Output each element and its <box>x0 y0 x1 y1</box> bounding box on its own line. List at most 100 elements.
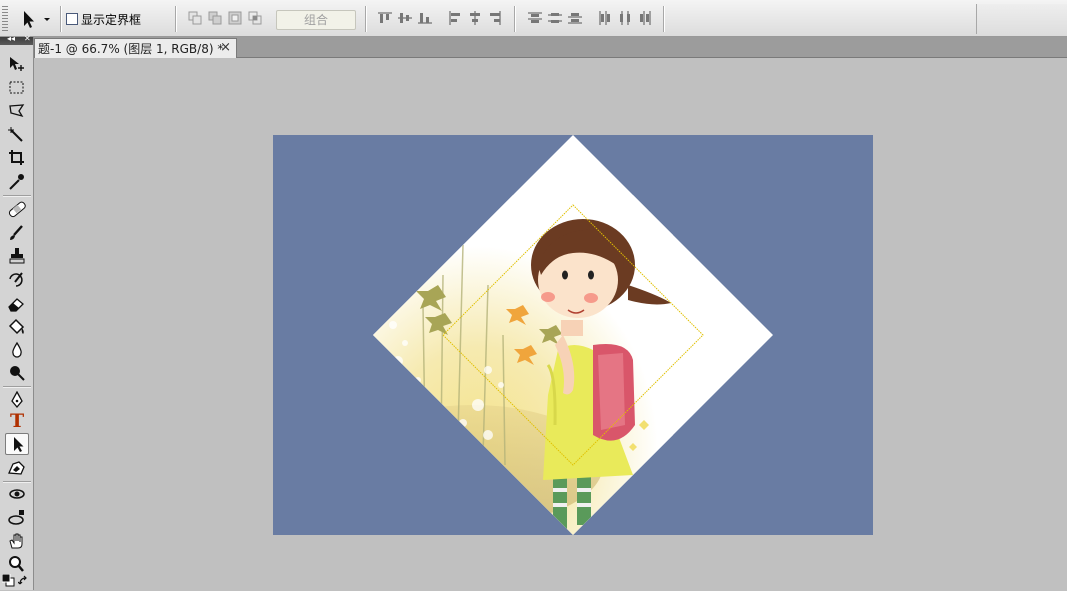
panel-dock-area[interactable] <box>976 4 1067 34</box>
3d-orbit-tool[interactable] <box>5 507 29 529</box>
align-hcenter-icon <box>470 11 480 25</box>
toolbox-separator <box>3 195 31 196</box>
show-bounding-box-label: 显示定界框 <box>81 12 142 27</box>
toolbox-collapse-button[interactable]: ◂◂ <box>7 34 15 43</box>
combine-button[interactable]: 组合 <box>276 10 356 30</box>
clone-stamp-tool[interactable] <box>5 245 29 267</box>
toolbox: ◂◂ ✕ T <box>0 34 34 590</box>
toolbox-separator <box>3 481 31 482</box>
align-left-icon <box>449 11 460 25</box>
distribute-left-button[interactable] <box>597 10 613 26</box>
path-selection-tool[interactable] <box>5 433 29 455</box>
zoom-magnifier-icon <box>9 556 24 572</box>
lasso-tool[interactable] <box>5 100 29 122</box>
new-shape-layer-button[interactable] <box>187 10 203 26</box>
brush-icon <box>10 225 23 240</box>
distribute-vcenter-icon <box>548 13 562 23</box>
add-shape-button[interactable] <box>207 10 223 26</box>
subtract-shape-button[interactable] <box>227 10 243 26</box>
separator <box>365 6 366 32</box>
distribute-right-button[interactable] <box>637 10 653 26</box>
distribute-horizontal-centers-button[interactable] <box>617 10 633 26</box>
paint-bucket-tool[interactable] <box>5 316 29 338</box>
align-right-icon <box>490 11 501 25</box>
stamp-icon <box>9 248 25 264</box>
color-swatches[interactable] <box>1 573 16 588</box>
hand-icon <box>9 533 23 549</box>
magic-wand-tool[interactable] <box>5 124 29 146</box>
align-bottom-button[interactable] <box>417 10 433 26</box>
magic-wand-icon <box>8 127 23 142</box>
move-tool-icon <box>10 57 24 71</box>
marquee-tool[interactable] <box>5 77 29 99</box>
add-shape-icon <box>208 11 222 25</box>
blur-tool[interactable] <box>5 339 29 361</box>
show-bounding-box-checkbox[interactable] <box>66 13 78 25</box>
align-vcenter-icon <box>398 13 412 23</box>
path-selection-arrow-icon <box>14 437 24 452</box>
new-shape-layer-icon <box>188 11 202 25</box>
distribute-top-icon <box>528 12 542 23</box>
document-canvas[interactable] <box>273 135 873 535</box>
options-bar-grip[interactable] <box>2 6 8 32</box>
align-bottom-icon <box>418 13 432 24</box>
document-tab[interactable]: 题-1 @ 66.7% (图层 1, RGB/8) * × <box>34 38 237 58</box>
move-tool-icon <box>24 11 50 28</box>
paint-bucket-icon <box>8 318 25 335</box>
history-brush-icon <box>9 272 23 287</box>
crop-tool[interactable] <box>5 147 29 169</box>
toolbox-header: ◂◂ ✕ <box>0 34 33 45</box>
eraser-icon <box>8 298 24 312</box>
distribute-bottom-icon <box>568 13 582 24</box>
distribute-vertical-centers-button[interactable] <box>547 10 563 26</box>
band-aid-icon <box>8 201 26 218</box>
align-left-button[interactable] <box>447 10 463 26</box>
3d-orbit-icon <box>8 510 24 525</box>
type-tool[interactable]: T <box>5 410 29 433</box>
eyedropper-tool[interactable] <box>5 171 29 193</box>
distribute-bottom-button[interactable] <box>567 10 583 26</box>
type-tool-icon: T <box>10 410 25 432</box>
subtract-shape-icon <box>228 11 242 25</box>
align-vertical-centers-button[interactable] <box>397 10 413 26</box>
custom-shape-tool[interactable] <box>5 457 29 479</box>
3d-rotate-tool[interactable] <box>5 483 29 505</box>
distribute-hcenter-icon <box>620 11 630 25</box>
close-tab-button[interactable]: × <box>220 40 231 55</box>
distribute-left-icon <box>599 11 610 25</box>
toolbox-separator <box>3 386 31 387</box>
history-brush-tool[interactable] <box>5 269 29 291</box>
separator <box>175 6 176 32</box>
options-bar: 显示定界框 组合 <box>0 0 1067 37</box>
document-tab-bar: 题-1 @ 66.7% (图层 1, RGB/8) * × <box>34 37 1067 58</box>
eraser-tool[interactable] <box>5 293 29 315</box>
zoom-tool[interactable] <box>5 553 29 575</box>
distribute-top-button[interactable] <box>527 10 543 26</box>
custom-shape-icon <box>8 461 25 475</box>
3d-rotate-icon <box>9 489 25 499</box>
document-tab-title: 题-1 @ 66.7% (图层 1, RGB/8) * <box>38 42 224 56</box>
healing-brush-tool[interactable] <box>5 198 29 220</box>
intersect-shape-icon <box>248 11 262 25</box>
intersect-shape-button[interactable] <box>247 10 263 26</box>
swap-colors-icon <box>17 575 27 585</box>
move-tool[interactable] <box>5 53 29 75</box>
separator <box>663 6 664 32</box>
align-top-icon <box>378 12 392 23</box>
align-right-button[interactable] <box>487 10 503 26</box>
show-bounding-box-option[interactable]: 显示定界框 <box>66 11 141 27</box>
dodge-tool[interactable] <box>5 362 29 384</box>
align-horizontal-centers-button[interactable] <box>467 10 483 26</box>
align-top-button[interactable] <box>377 10 393 26</box>
swap-colors[interactable] <box>17 575 30 587</box>
tool-preset-picker[interactable] <box>14 8 54 30</box>
toolbox-close-button[interactable]: ✕ <box>24 34 31 43</box>
separator <box>60 6 61 32</box>
dodge-icon <box>10 366 25 381</box>
crop-icon <box>9 150 24 165</box>
pen-icon <box>11 391 23 409</box>
pen-tool[interactable] <box>5 389 29 411</box>
hand-tool[interactable] <box>5 530 29 552</box>
brush-tool[interactable] <box>5 222 29 244</box>
rectangular-marquee-icon <box>9 81 24 94</box>
